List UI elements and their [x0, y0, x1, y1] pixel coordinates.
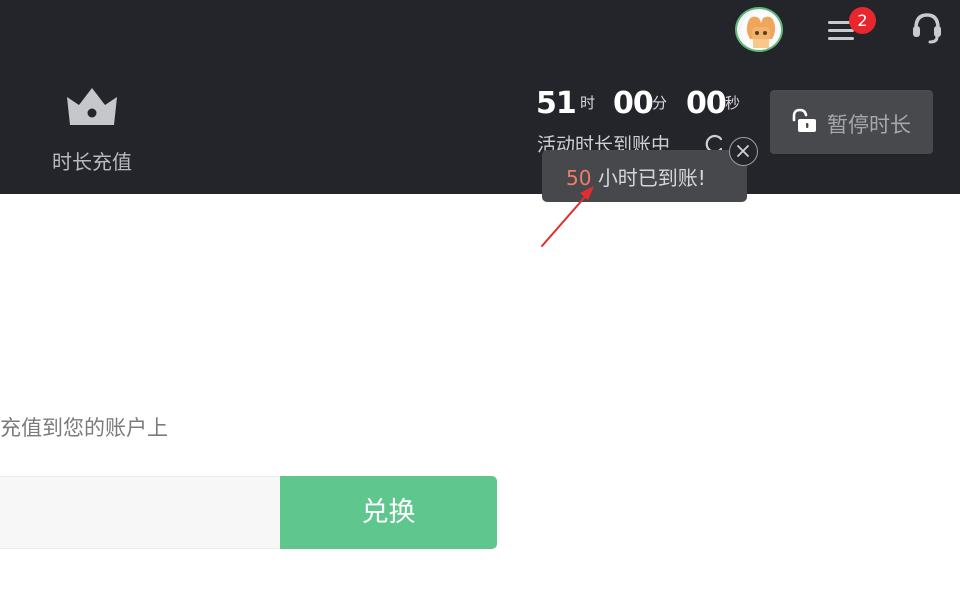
redeem-code-input[interactable] — [0, 476, 280, 549]
notification-badge: 2 — [849, 7, 876, 34]
redeem-description: 充值到您的账户上 — [0, 416, 168, 440]
customer-support-button[interactable] — [910, 10, 944, 44]
headset-icon — [913, 13, 941, 44]
close-icon — [737, 145, 749, 157]
user-avatar[interactable] — [735, 7, 783, 52]
pause-time-button[interactable]: 暂停时长 — [770, 90, 933, 154]
crown-icon — [67, 88, 117, 125]
remaining-time: 51 时 00 分 00 秒 — [536, 86, 766, 126]
hours-unit: 时 — [580, 94, 596, 112]
toast-text: 小时已到账! — [597, 166, 706, 190]
hours-value: 51 — [536, 86, 577, 121]
unlock-icon — [792, 108, 816, 132]
toast-close-button[interactable] — [729, 137, 758, 166]
seconds-unit: 秒 — [725, 94, 741, 112]
minutes-unit: 分 — [652, 94, 668, 112]
nav-recharge-label: 时长充值 — [52, 150, 132, 174]
header-bar: 2 时长充值 51 时 00 分 00 秒 活动时长到账中 暂停时长 — [0, 0, 960, 194]
seconds-value: 00 — [686, 86, 727, 121]
annotation-arrow — [541, 186, 594, 247]
pause-time-label: 暂停时长 — [827, 113, 911, 137]
nav-recharge[interactable]: 时长充值 — [36, 80, 148, 180]
redeem-button[interactable]: 兑换 — [280, 476, 497, 549]
minutes-value: 00 — [613, 86, 654, 121]
page: 2 时长充值 51 时 00 分 00 秒 活动时长到账中 暂停时长 50 小时… — [0, 0, 960, 598]
avatar-icon — [741, 11, 781, 50]
